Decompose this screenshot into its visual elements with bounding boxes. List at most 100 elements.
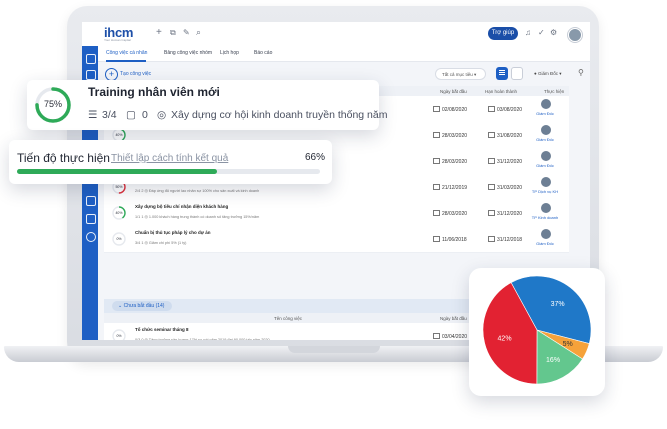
edit-icon[interactable]: ✎ bbox=[183, 28, 190, 37]
table-row[interactable]: 0% Chuẩn bị thủ tục pháp lý cho dự án 3/4 … bbox=[104, 226, 569, 253]
target-icon: ◎ bbox=[157, 109, 167, 121]
progress-bar-fill bbox=[17, 169, 217, 174]
task-card-goal: Xây dựng cơ hội kinh doanh truyền thống … bbox=[171, 109, 388, 121]
gear-icon[interactable] bbox=[86, 232, 96, 242]
due-date-value: 31/03/2020 bbox=[497, 185, 523, 191]
calendar-icon bbox=[488, 132, 495, 138]
calendar-icon bbox=[433, 184, 440, 190]
progress-bar bbox=[17, 169, 320, 174]
check-circle-icon[interactable]: ✓ bbox=[538, 28, 545, 37]
calendar-icon bbox=[488, 184, 495, 190]
task-name[interactable]: Chuẩn bị thủ tục pháp lý cho dự án bbox=[135, 230, 211, 235]
calendar-icon bbox=[488, 158, 495, 164]
avatar bbox=[541, 229, 551, 239]
calendar-icon bbox=[433, 158, 440, 164]
due-date: 31/12/2018 bbox=[488, 236, 522, 243]
due-date: 31/12/2020 bbox=[488, 210, 522, 217]
avatar bbox=[541, 203, 551, 213]
list-view-button[interactable] bbox=[496, 67, 508, 80]
menu-icon[interactable] bbox=[86, 54, 96, 64]
add-icon[interactable]: + bbox=[156, 27, 162, 38]
list-icon bbox=[499, 70, 505, 71]
task-meta: 0/3 0 ◎ Tăng trưởng sản lượng 17% so với… bbox=[135, 338, 270, 340]
tab-bar: Công việc cá nhân Bảng công việc nhóm Lị… bbox=[98, 46, 590, 62]
calendar-icon bbox=[433, 132, 440, 138]
tab-personal-tasks[interactable]: Công việc cá nhân bbox=[106, 50, 147, 56]
pie-slice-label: 5% bbox=[563, 341, 573, 348]
assignee[interactable]: Giám Đốc bbox=[536, 229, 554, 246]
task-progress-label: 0% bbox=[116, 237, 122, 241]
search-icon[interactable]: ⌕ bbox=[196, 27, 201, 38]
tab-team-board[interactable]: Bảng công việc nhóm bbox=[164, 50, 212, 56]
group2-header-start: Ngày bắt đầu bbox=[440, 316, 467, 321]
progress-percent: 66% bbox=[305, 152, 326, 163]
assignee[interactable]: Giám Đốc bbox=[536, 99, 554, 116]
group-not-started-pill[interactable]: ⌄ Chưa bắt đầu (14) bbox=[112, 301, 173, 311]
help-button[interactable]: Trợ giúp bbox=[488, 27, 518, 40]
due-date-value: 31/12/2020 bbox=[497, 159, 523, 165]
assignee-name: Giám Đốc bbox=[536, 241, 554, 246]
task-meta: 3/4 1 ◎ Giảm chi phí 5% (1 tỷ) bbox=[135, 241, 187, 245]
start-date: 21/12/2019 bbox=[433, 184, 467, 191]
avatar bbox=[541, 151, 551, 161]
start-date-value: 28/03/2020 bbox=[442, 133, 468, 139]
laptop-notch bbox=[288, 346, 380, 353]
task-card-title[interactable]: Training nhân viên mới bbox=[88, 85, 220, 99]
start-date: 28/03/2020 bbox=[433, 132, 467, 139]
goal-filter-value: Tất cả mục tiêu bbox=[442, 72, 473, 77]
goal-filter-select[interactable]: Tất cả mục tiêu ▾ bbox=[435, 68, 486, 80]
top-bar: ihcm Your Human Capital + ⧉ ✎ ⌕ Trợ giúp… bbox=[82, 22, 590, 47]
header-due-date: Hạn hoàn thành bbox=[485, 89, 518, 94]
start-date: 02/08/2020 bbox=[433, 106, 467, 113]
due-date-value: 31/08/2020 bbox=[497, 133, 523, 139]
user-avatar[interactable] bbox=[568, 28, 582, 42]
assignee-name: TP Dịch vụ KH bbox=[531, 189, 559, 194]
settings-icon[interactable]: ⚙ bbox=[550, 28, 557, 37]
due-date: 31/12/2020 bbox=[488, 158, 522, 165]
assignee[interactable]: TP Dịch vụ KH bbox=[532, 177, 558, 194]
assignee[interactable]: Giám Đốc bbox=[536, 125, 554, 142]
bell-icon[interactable]: ♫ bbox=[525, 28, 531, 37]
due-date-value: 31/12/2020 bbox=[497, 211, 523, 217]
progress-card-title: Tiến độ thực hiện bbox=[17, 151, 110, 165]
assignee-name: Giám Đốc bbox=[536, 111, 554, 116]
assignee-name: Giám Đốc bbox=[536, 137, 554, 142]
task-meta: 2/4 2 ◎ Đáp ứng đủ người lao nhân sự 100… bbox=[135, 189, 260, 193]
tab-meetings[interactable]: Lịch họp bbox=[220, 50, 239, 56]
people-icon[interactable] bbox=[86, 196, 96, 206]
tab-reports[interactable]: Báo cáo bbox=[254, 50, 272, 56]
calendar-icon bbox=[433, 333, 440, 339]
assignee[interactable]: Giám Đốc bbox=[536, 151, 554, 168]
start-date-value: 28/03/2020 bbox=[442, 159, 468, 165]
calendar-icon bbox=[488, 210, 495, 216]
checklist-count: 3/4 bbox=[102, 109, 117, 121]
owner-filter-value: Giám Đốc bbox=[537, 71, 558, 76]
checklist-icon: ☰ bbox=[88, 109, 98, 121]
start-date: 28/03/2020 bbox=[433, 210, 467, 217]
org-chart-icon[interactable]: ⧉ bbox=[170, 28, 176, 38]
calendar-icon bbox=[433, 106, 440, 112]
start-date-value: 03/04/2020 bbox=[442, 334, 468, 340]
avatar bbox=[541, 125, 551, 135]
due-date: 31/08/2020 bbox=[488, 132, 522, 139]
task-name[interactable]: Tổ chức seminar tháng 8 bbox=[135, 327, 189, 332]
result-settings-link[interactable]: Thiết lập cách tính kết quả bbox=[111, 153, 228, 164]
calendar-icon bbox=[433, 236, 440, 242]
task-progress-label: 0% bbox=[116, 334, 122, 338]
start-date: 03/04/2020 bbox=[433, 333, 467, 340]
assignee[interactable]: TP Kinh doanh bbox=[532, 203, 558, 220]
due-date: 31/03/2020 bbox=[488, 184, 522, 191]
pie-slice-label: 42% bbox=[498, 336, 512, 343]
pie-slice-label: 16% bbox=[546, 357, 560, 364]
comment-icon: ▢ bbox=[126, 109, 136, 121]
task-name[interactable]: Xây dựng bộ tiêu chí nhận diện khách hàn… bbox=[135, 204, 228, 209]
pie-slice-label: 37% bbox=[551, 301, 565, 308]
task-meta: 1/1 1 ◎ 1.000 khách hàng trung thành có … bbox=[135, 215, 260, 219]
tree-icon[interactable] bbox=[86, 214, 96, 224]
funnel-icon[interactable]: ⚲ bbox=[578, 68, 584, 77]
add-task-button[interactable]: Tạo công việc bbox=[120, 71, 151, 77]
owner-filter-select[interactable]: ● Giám Đốc ▾ bbox=[534, 68, 572, 80]
board-view-button[interactable] bbox=[511, 67, 523, 80]
home-icon[interactable] bbox=[86, 70, 96, 80]
table-row[interactable]: 40% Xây dựng bộ tiêu chí nhận diện khách … bbox=[104, 200, 569, 227]
